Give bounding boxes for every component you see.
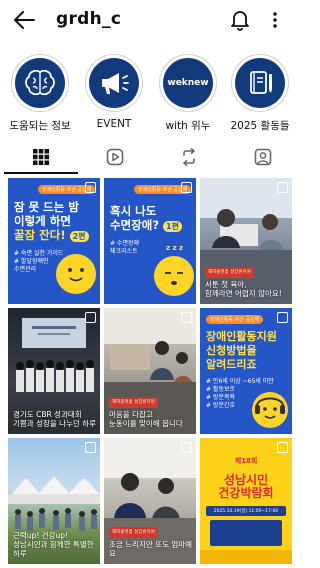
highlight-ring: weknew bbox=[159, 54, 217, 112]
carousel-icon bbox=[181, 312, 192, 323]
post-tile[interactable]: 해피플랫폼 성장원지원 조금 느리지만 또도 엄마예요 bbox=[104, 438, 196, 564]
reels-icon bbox=[106, 148, 124, 166]
weknew-logo: weknew bbox=[167, 78, 209, 88]
mascot-image bbox=[252, 392, 288, 428]
poster-details bbox=[210, 520, 282, 546]
poster-footer bbox=[200, 550, 292, 564]
profile-username: grdh_c bbox=[56, 9, 122, 29]
post-hashtags: # 수면장애 체크리스트 bbox=[110, 240, 140, 255]
post-caption: 근력up! 건강up! 성남시민과 함께한 특별한 하루 bbox=[13, 531, 94, 558]
highlight-ring bbox=[11, 54, 69, 112]
highlight-label: 도움되는 정보 bbox=[9, 120, 71, 132]
highlight-label: 2025 활동들 bbox=[230, 120, 290, 132]
post-tile[interactable]: 해피플랫폼 성장원지원 마음을 다잡고 눈동이를 맞이해 봅니다 bbox=[104, 308, 196, 434]
post-tile[interactable]: 제18회 성남시민 건강박람회 2025.10.19(일) 11:00~17:0… bbox=[200, 438, 292, 564]
mascot-image bbox=[154, 256, 194, 296]
highlight-with-weknew[interactable]: weknew with 위누 bbox=[156, 54, 220, 133]
carousel-icon bbox=[277, 312, 288, 323]
category-pill: 장애인활동 주간 공감해 bbox=[206, 315, 264, 324]
sleep-zzz: z z z bbox=[166, 244, 184, 252]
tab-posts[interactable] bbox=[4, 148, 78, 174]
story-highlights: 도움되는 정보 EVENT weknew with 위누 2025 활동들 bbox=[0, 54, 296, 134]
mascot-image bbox=[56, 254, 96, 294]
post-caption: 경기도 CBR 성과대회 기쁨과 성장을 나누던 하루 bbox=[13, 410, 97, 428]
highlight-label: EVENT bbox=[96, 118, 132, 130]
carousel-icon bbox=[277, 442, 288, 453]
post-tile[interactable]: 해피플랫폼 성장원지원 서툰 첫 육아, 함께라면 어렵지 않아요! bbox=[200, 178, 292, 304]
post-title: 혹시 나도 수면장애? 1편 bbox=[110, 204, 182, 234]
back-arrow-icon[interactable] bbox=[12, 9, 36, 31]
highlight-2025-activities[interactable]: 2025 활동들 bbox=[228, 54, 292, 133]
notification-bell-icon[interactable] bbox=[230, 9, 250, 31]
post-caption: 해피플랫폼 성장원지원 조금 느리지만 또도 엄마예요 bbox=[109, 526, 196, 558]
carousel-icon bbox=[277, 182, 288, 193]
post-tile[interactable]: 장애인활동 주간 공감해 장애인활동지원 신청방법을 알려드리죠 # 만6세 이… bbox=[200, 308, 292, 434]
tagged-icon bbox=[254, 148, 272, 166]
carousel-icon bbox=[181, 442, 192, 453]
post-tile[interactable]: 경기도 CBR 성과대회 기쁨과 성장을 나누던 하루 bbox=[8, 308, 100, 434]
post-caption: 해피플랫폼 성장원지원 마음을 다잡고 눈동이를 맞이해 봅니다 bbox=[109, 396, 183, 428]
post-title: 잠 못 드는 밤 이렇게 하면 꿀잠 잔다! 2편 bbox=[14, 200, 89, 244]
post-tile[interactable]: 근력up! 건강up! 성남시민과 함께한 특별한 하루 bbox=[8, 438, 100, 564]
highlight-label: with 위누 bbox=[165, 120, 211, 132]
carousel-icon bbox=[85, 312, 96, 323]
megaphone-icon bbox=[102, 73, 129, 94]
carousel-icon bbox=[85, 442, 96, 453]
poster-title: 성남시민 건강박람회 bbox=[218, 473, 274, 500]
post-caption: 해피플랫폼 성장원지원 서툰 첫 육아, 함께라면 어렵지 않아요! bbox=[205, 266, 282, 298]
grid-icon bbox=[33, 149, 49, 165]
profile-tabs bbox=[0, 148, 296, 174]
more-options-icon[interactable] bbox=[268, 10, 282, 30]
highlight-ring bbox=[231, 54, 289, 112]
brain-icon bbox=[25, 69, 55, 96]
repost-icon bbox=[183, 148, 195, 166]
highlight-event[interactable]: EVENT bbox=[82, 54, 146, 130]
active-tab-indicator bbox=[4, 172, 78, 174]
highlight-ring bbox=[85, 54, 143, 112]
highlight-helpful-info[interactable]: 도움되는 정보 bbox=[8, 54, 72, 133]
post-tile[interactable]: 장애인활동 주간 공감해 혹시 나도 수면장애? 1편 # 수면장애 체크리스트… bbox=[104, 178, 196, 304]
post-title: 장애인활동지원 신청방법을 알려드리죠 bbox=[206, 330, 277, 371]
poster-date: 2025.10.19(일) 11:00~17:00 bbox=[206, 506, 286, 516]
post-tile[interactable]: 장애인활동 주간 공감해 잠 못 드는 밤 이렇게 하면 꿀잠 잔다! 2편 #… bbox=[8, 178, 100, 304]
tab-reposts[interactable] bbox=[152, 148, 226, 174]
carousel-icon bbox=[85, 182, 96, 193]
tab-reels[interactable] bbox=[78, 148, 152, 174]
tab-tagged[interactable] bbox=[226, 148, 300, 174]
carousel-icon bbox=[181, 182, 192, 193]
poster-edition: 제18회 bbox=[234, 457, 258, 465]
profile-header: grdh_c bbox=[0, 0, 296, 40]
notebook-icon bbox=[250, 71, 272, 94]
